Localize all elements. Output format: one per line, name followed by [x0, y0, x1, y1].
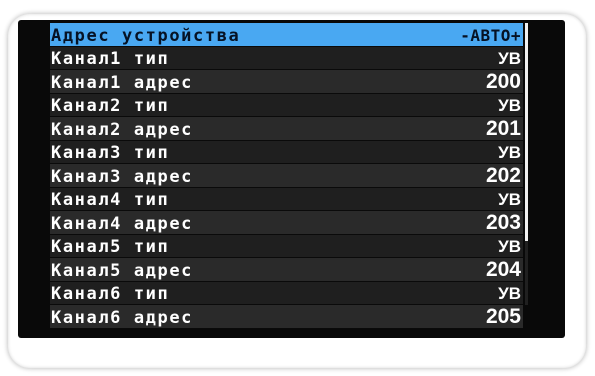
menu-row-channel6-address[interactable]: Канал6 адрес 205: [50, 305, 523, 329]
menu-row-channel1-address[interactable]: Канал1 адрес 200: [50, 70, 523, 94]
menu-row-value: УВ: [498, 284, 521, 303]
menu-row-channel1-type[interactable]: Канал1 тип УВ: [50, 46, 523, 70]
menu-row-value: 202: [485, 163, 521, 187]
menu-row-channel3-address[interactable]: Канал3 адрес 202: [50, 164, 523, 188]
menu-row-channel4-type[interactable]: Канал4 тип УВ: [50, 187, 523, 211]
menu-scrollbar[interactable]: [525, 23, 528, 305]
menu-row-channel2-type[interactable]: Канал2 тип УВ: [50, 93, 523, 117]
menu-row-value: УВ: [498, 96, 521, 115]
menu-row-value: УВ: [498, 190, 521, 209]
menu-row-device-address[interactable]: Адрес устройства -АВТО+: [50, 23, 523, 47]
menu-row-channel5-address[interactable]: Канал5 адрес 204: [50, 258, 523, 282]
menu-row-label: Канал4 тип: [51, 190, 170, 210]
menu-row-label: Канал1 тип: [51, 49, 170, 69]
menu-row-label: Канал3 тип: [51, 143, 170, 163]
menu-row-label: Адрес устройства: [51, 25, 241, 46]
menu-row-label: Канал4 адрес: [51, 213, 194, 234]
menu-row-channel3-type[interactable]: Канал3 тип УВ: [50, 140, 523, 164]
menu-row-label: Канал1 адрес: [51, 72, 194, 93]
menu-row-label: Канал6 тип: [51, 284, 170, 304]
menu-row-channel2-address[interactable]: Канал2 адрес 201: [50, 117, 523, 141]
menu-row-channel6-type[interactable]: Канал6 тип УВ: [50, 281, 523, 305]
menu-row-value: УВ: [498, 237, 521, 256]
menu-row-label: Канал5 тип: [51, 237, 170, 257]
menu-row-value: 203: [485, 210, 521, 234]
menu-row-value: 201: [485, 116, 521, 140]
settings-menu: Адрес устройства -АВТО+ Канал1 тип УВ Ка…: [50, 23, 523, 329]
menu-row-value: УВ: [498, 49, 521, 68]
menu-row-channel5-type[interactable]: Канал5 тип УВ: [50, 234, 523, 258]
menu-row-value: 204: [485, 257, 521, 281]
menu-row-value: 200: [485, 69, 521, 93]
scrollbar-thumb[interactable]: [525, 23, 528, 241]
menu-row-channel4-address[interactable]: Канал4 адрес 203: [50, 211, 523, 235]
mode-value-stepper[interactable]: -АВТО+: [460, 26, 521, 46]
menu-row-label: Канал3 адрес: [51, 166, 194, 187]
menu-row-label: Канал2 тип: [51, 96, 170, 116]
menu-row-label: Канал6 адрес: [51, 307, 194, 328]
menu-row-value: УВ: [498, 143, 521, 162]
menu-row-label: Канал5 адрес: [51, 260, 194, 281]
menu-row-value: 205: [485, 304, 521, 328]
menu-row-label: Канал2 адрес: [51, 119, 194, 140]
